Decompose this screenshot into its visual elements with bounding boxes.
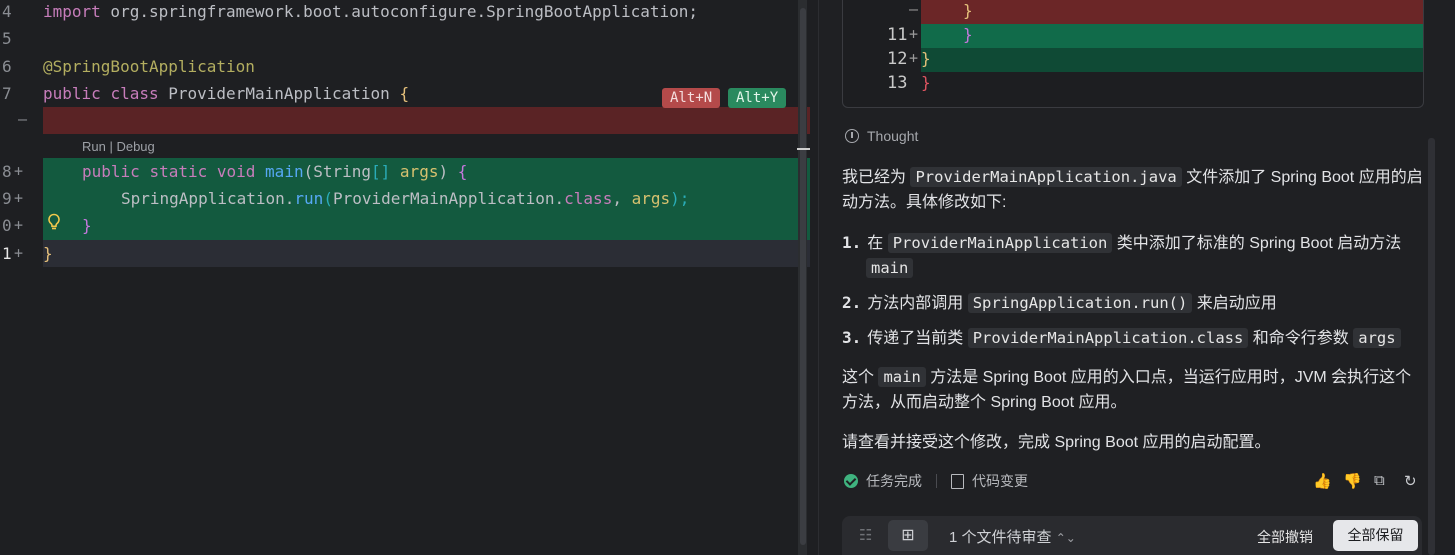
- task-done-label: 任务完成: [866, 473, 922, 489]
- panel-scrollbar[interactable]: [1428, 138, 1435, 555]
- diff-row-context: 13 }: [887, 73, 931, 93]
- check-circle-icon: [844, 474, 858, 488]
- line-number: 7: [2, 84, 12, 103]
- code-line-close-outer: }: [43, 244, 53, 263]
- diff-row-added: 11 + }: [843, 24, 1423, 48]
- list-item: 2. 方法内部调用 SpringApplication.run() 来启动应用: [842, 293, 1277, 313]
- line-number: 5: [2, 29, 12, 48]
- added-line-marker: +: [14, 216, 24, 234]
- review-files-icon[interactable]: ⊞: [888, 520, 928, 551]
- chat-intro: 我已经为 ProviderMainApplication.java 文件添加了 …: [842, 167, 1423, 211]
- added-line-marker: +: [14, 244, 24, 262]
- thumbs-up-icon[interactable]: 👍: [1313, 472, 1332, 490]
- chat-summary: 这个 main 方法是 Spring Boot 应用的入口点，当运行应用时，JV…: [842, 367, 1412, 411]
- task-status-row: 任务完成 代码变更: [844, 471, 1028, 491]
- list-icon[interactable]: ☷: [859, 526, 872, 544]
- code-line-import: import org.springframework.boot.autoconf…: [43, 2, 699, 21]
- keep-all-button[interactable]: 全部保留: [1333, 520, 1418, 551]
- line-number: 6: [2, 57, 12, 76]
- code-editor[interactable]: 4 5 6 7 — 8 + 9 + 0 + 1 + import org.spr…: [0, 0, 812, 555]
- code-line-annotation: @SpringBootApplication: [43, 57, 255, 76]
- code-changes-link[interactable]: 代码变更: [951, 473, 1028, 489]
- editor-scrollbar-thumb[interactable]: [800, 8, 806, 545]
- current-line-band: [43, 240, 810, 267]
- diff-row-removed: — }: [843, 0, 1423, 24]
- reject-shortcut-badge[interactable]: Alt+N: [662, 88, 721, 108]
- diff-preview: — } 11 + } 12 + } 13 }: [842, 0, 1424, 108]
- lightbulb-icon[interactable]: [46, 213, 62, 231]
- code-line-run-call: SpringApplication.run(ProviderMainApplic…: [121, 189, 690, 208]
- code-line-class-decl: public class ProviderMainApplication {: [43, 84, 410, 103]
- diff-row-added: 12 + }: [843, 48, 1423, 72]
- code-line-main-decl: public static void main(String[] args) {: [82, 162, 468, 181]
- ai-chat-panel: — } 11 + } 12 + } 13 } Thought 我已经为 Prov…: [818, 0, 1455, 555]
- review-bar: ☷ ⊞ 1 个文件待审查 ⌃⌄ 全部撤销 全部保留: [842, 516, 1422, 555]
- removed-line-band: [43, 107, 810, 134]
- line-number: 4: [2, 2, 12, 21]
- info-icon: [845, 129, 859, 143]
- added-line-marker: +: [14, 189, 24, 207]
- removed-line-marker: —: [18, 110, 28, 128]
- thumbs-down-icon[interactable]: 👎: [1343, 472, 1362, 490]
- copy-icon[interactable]: ⧉: [1374, 472, 1385, 489]
- codelens-run-debug[interactable]: Run | Debug: [82, 139, 155, 154]
- files-pending-selector[interactable]: 1 个文件待审查 ⌃⌄: [949, 526, 1076, 547]
- list-item: 3. 传递了当前类 ProviderMainApplication.class 和…: [842, 325, 1427, 351]
- list-item: 1. 在 ProviderMainApplication 类中添加了标准的 Spr…: [842, 233, 1402, 278]
- document-icon: [951, 474, 964, 489]
- accept-shortcut-badge[interactable]: Alt+Y: [728, 88, 787, 108]
- thought-toggle[interactable]: Thought: [845, 128, 918, 144]
- added-line-marker: +: [14, 162, 24, 180]
- code-line-close-inner: }: [82, 216, 92, 235]
- chevron-updown-icon: ⌃⌄: [1055, 531, 1076, 545]
- undo-all-button[interactable]: 全部撤销: [1257, 527, 1313, 547]
- editor-scroll-marker: [797, 148, 810, 150]
- chat-closing: 请查看并接受这个修改，完成 Spring Boot 应用的启动配置。: [842, 434, 1271, 451]
- retry-icon[interactable]: ↻: [1404, 472, 1417, 490]
